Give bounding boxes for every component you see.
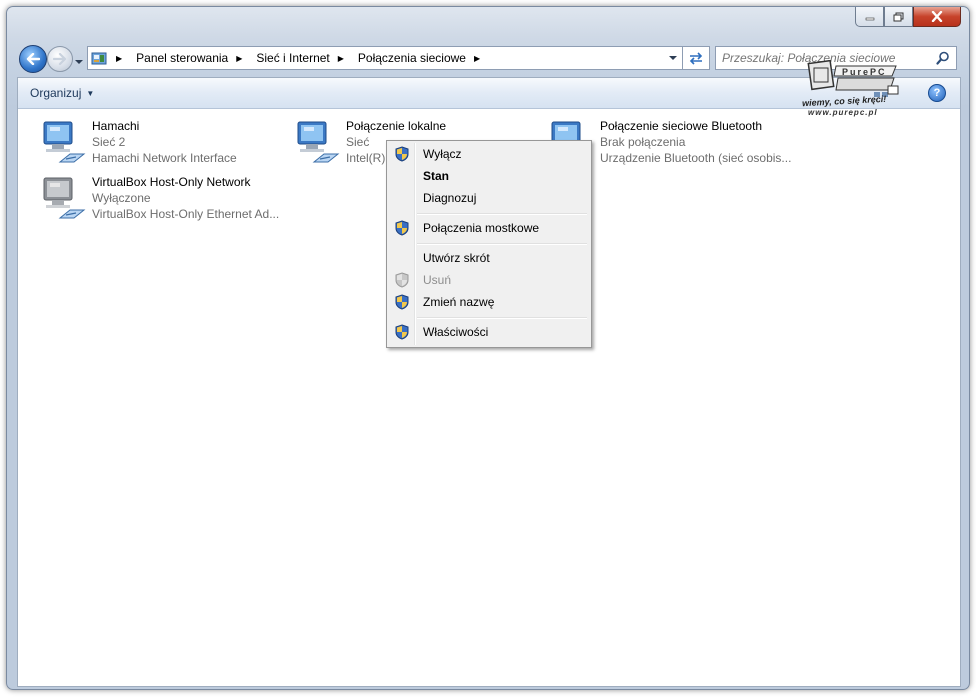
menu-item-label: Zmień nazwę xyxy=(423,295,495,309)
breadcrumb-network-internet[interactable]: Sieć i Internet ▶ xyxy=(252,51,354,65)
connection-item-hamachi[interactable]: Hamachi Sieć 2 Hamachi Network Interface xyxy=(40,118,237,166)
address-history-dropdown[interactable] xyxy=(664,54,682,63)
menu-item-diagnose[interactable]: Diagnozuj xyxy=(389,188,589,208)
breadcrumb-separator[interactable]: ▶ xyxy=(110,54,132,63)
shield-icon xyxy=(391,322,413,342)
address-bar[interactable]: ▶ Panel sterowania ▶ Sieć i Internet ▶ Poł… xyxy=(87,46,683,70)
breadcrumb-network-connections[interactable]: Połączenia sieciowe ▶ xyxy=(354,51,490,65)
menu-item-create-shortcut[interactable]: Utwórz skrót xyxy=(389,248,589,268)
network-adapter-icon xyxy=(40,118,92,166)
menu-item-rename[interactable]: Zmień nazwę xyxy=(389,292,589,312)
chevron-down-icon xyxy=(75,60,83,64)
connection-device: Urządzenie Bluetooth (sieć osobis... xyxy=(600,151,792,165)
menu-item-label: Wyłącz xyxy=(423,147,462,161)
recent-pages-dropdown[interactable] xyxy=(75,52,83,70)
connection-name: Połączenie lokalne xyxy=(346,119,447,133)
connection-status: Brak połączenia xyxy=(600,135,686,149)
organize-button[interactable]: Organizuj ▼ xyxy=(30,86,94,100)
menu-separator xyxy=(417,213,587,215)
forward-button[interactable] xyxy=(47,46,73,72)
breadcrumb-arrow-icon[interactable]: ▶ xyxy=(474,54,480,63)
breadcrumb-arrow-icon[interactable]: ▶ xyxy=(338,54,344,63)
menu-separator xyxy=(417,243,587,245)
chevron-down-icon: ▼ xyxy=(86,88,95,98)
minimize-icon xyxy=(865,17,874,20)
connection-device: VirtualBox Host-Only Ethernet Ad... xyxy=(92,207,280,221)
watermark-url: www.purepc.pl xyxy=(808,108,878,117)
menu-item-bridge-connections[interactable]: Połączenia mostkowe xyxy=(389,218,589,238)
menu-item-disable[interactable]: Wyłącz xyxy=(389,144,589,164)
close-button[interactable] xyxy=(913,7,961,27)
search-icon[interactable] xyxy=(936,51,950,65)
connection-name: VirtualBox Host-Only Network xyxy=(92,175,251,189)
caption-buttons xyxy=(855,7,961,27)
connection-name: Hamachi xyxy=(92,119,140,133)
shield-icon xyxy=(391,292,413,312)
menu-item-label: Stan xyxy=(423,169,450,183)
purepc-watermark: PurePC wiemy, co się kręci! www.purepc.p… xyxy=(800,59,904,120)
control-panel-icon xyxy=(88,47,110,69)
connection-name: Połączenie sieciowe Bluetooth xyxy=(600,119,763,133)
breadcrumb-label: Sieć i Internet xyxy=(256,51,330,65)
refresh-button[interactable] xyxy=(683,46,710,70)
connection-item-virtualbox[interactable]: VirtualBox Host-Only Network Wyłączone V… xyxy=(40,174,279,222)
menu-item-label: Utwórz skrót xyxy=(423,251,490,265)
shield-icon xyxy=(391,218,413,238)
maximize-icon xyxy=(893,12,903,21)
menu-separator xyxy=(417,317,587,319)
arrow-left-icon xyxy=(26,53,40,65)
maximize-button[interactable] xyxy=(884,7,913,27)
minimize-button[interactable] xyxy=(855,7,884,27)
network-adapter-disabled-icon xyxy=(40,174,92,222)
breadcrumb-arrow-icon[interactable]: ▶ xyxy=(236,54,242,63)
refresh-icon xyxy=(689,52,703,65)
shield-disabled-icon xyxy=(391,270,413,290)
context-menu: Wyłącz Stan Diagnozuj Połączenia mostkow… xyxy=(386,140,592,348)
breadcrumb-label: Panel sterowania xyxy=(136,51,229,65)
menu-item-delete: Usuń xyxy=(389,270,589,290)
back-button[interactable] xyxy=(19,45,47,73)
arrow-right-icon xyxy=(53,53,67,65)
breadcrumb-label: Połączenia sieciowe xyxy=(357,51,466,65)
help-icon: ? xyxy=(933,87,941,99)
watermark-brand: PurePC xyxy=(842,67,887,77)
connection-status: Wyłączone xyxy=(92,191,151,205)
close-icon xyxy=(931,11,943,22)
menu-item-label: Usuń xyxy=(423,273,452,287)
breadcrumb-control-panel[interactable]: Panel sterowania ▶ xyxy=(132,51,252,65)
connection-status: Sieć 2 xyxy=(92,135,126,149)
menu-item-label: Połączenia mostkowe xyxy=(423,221,540,235)
menu-item-properties[interactable]: Właściwości xyxy=(389,322,589,342)
help-button[interactable]: ? xyxy=(928,84,946,102)
connection-device: Hamachi Network Interface xyxy=(92,151,237,165)
menu-item-label: Diagnozuj xyxy=(423,191,477,205)
shield-icon xyxy=(391,144,413,164)
network-adapter-icon xyxy=(294,118,346,166)
chevron-down-icon xyxy=(669,55,677,60)
menu-item-status[interactable]: Stan xyxy=(389,166,589,186)
organize-label: Organizuj xyxy=(30,86,82,100)
menu-item-label: Właściwości xyxy=(423,325,489,339)
